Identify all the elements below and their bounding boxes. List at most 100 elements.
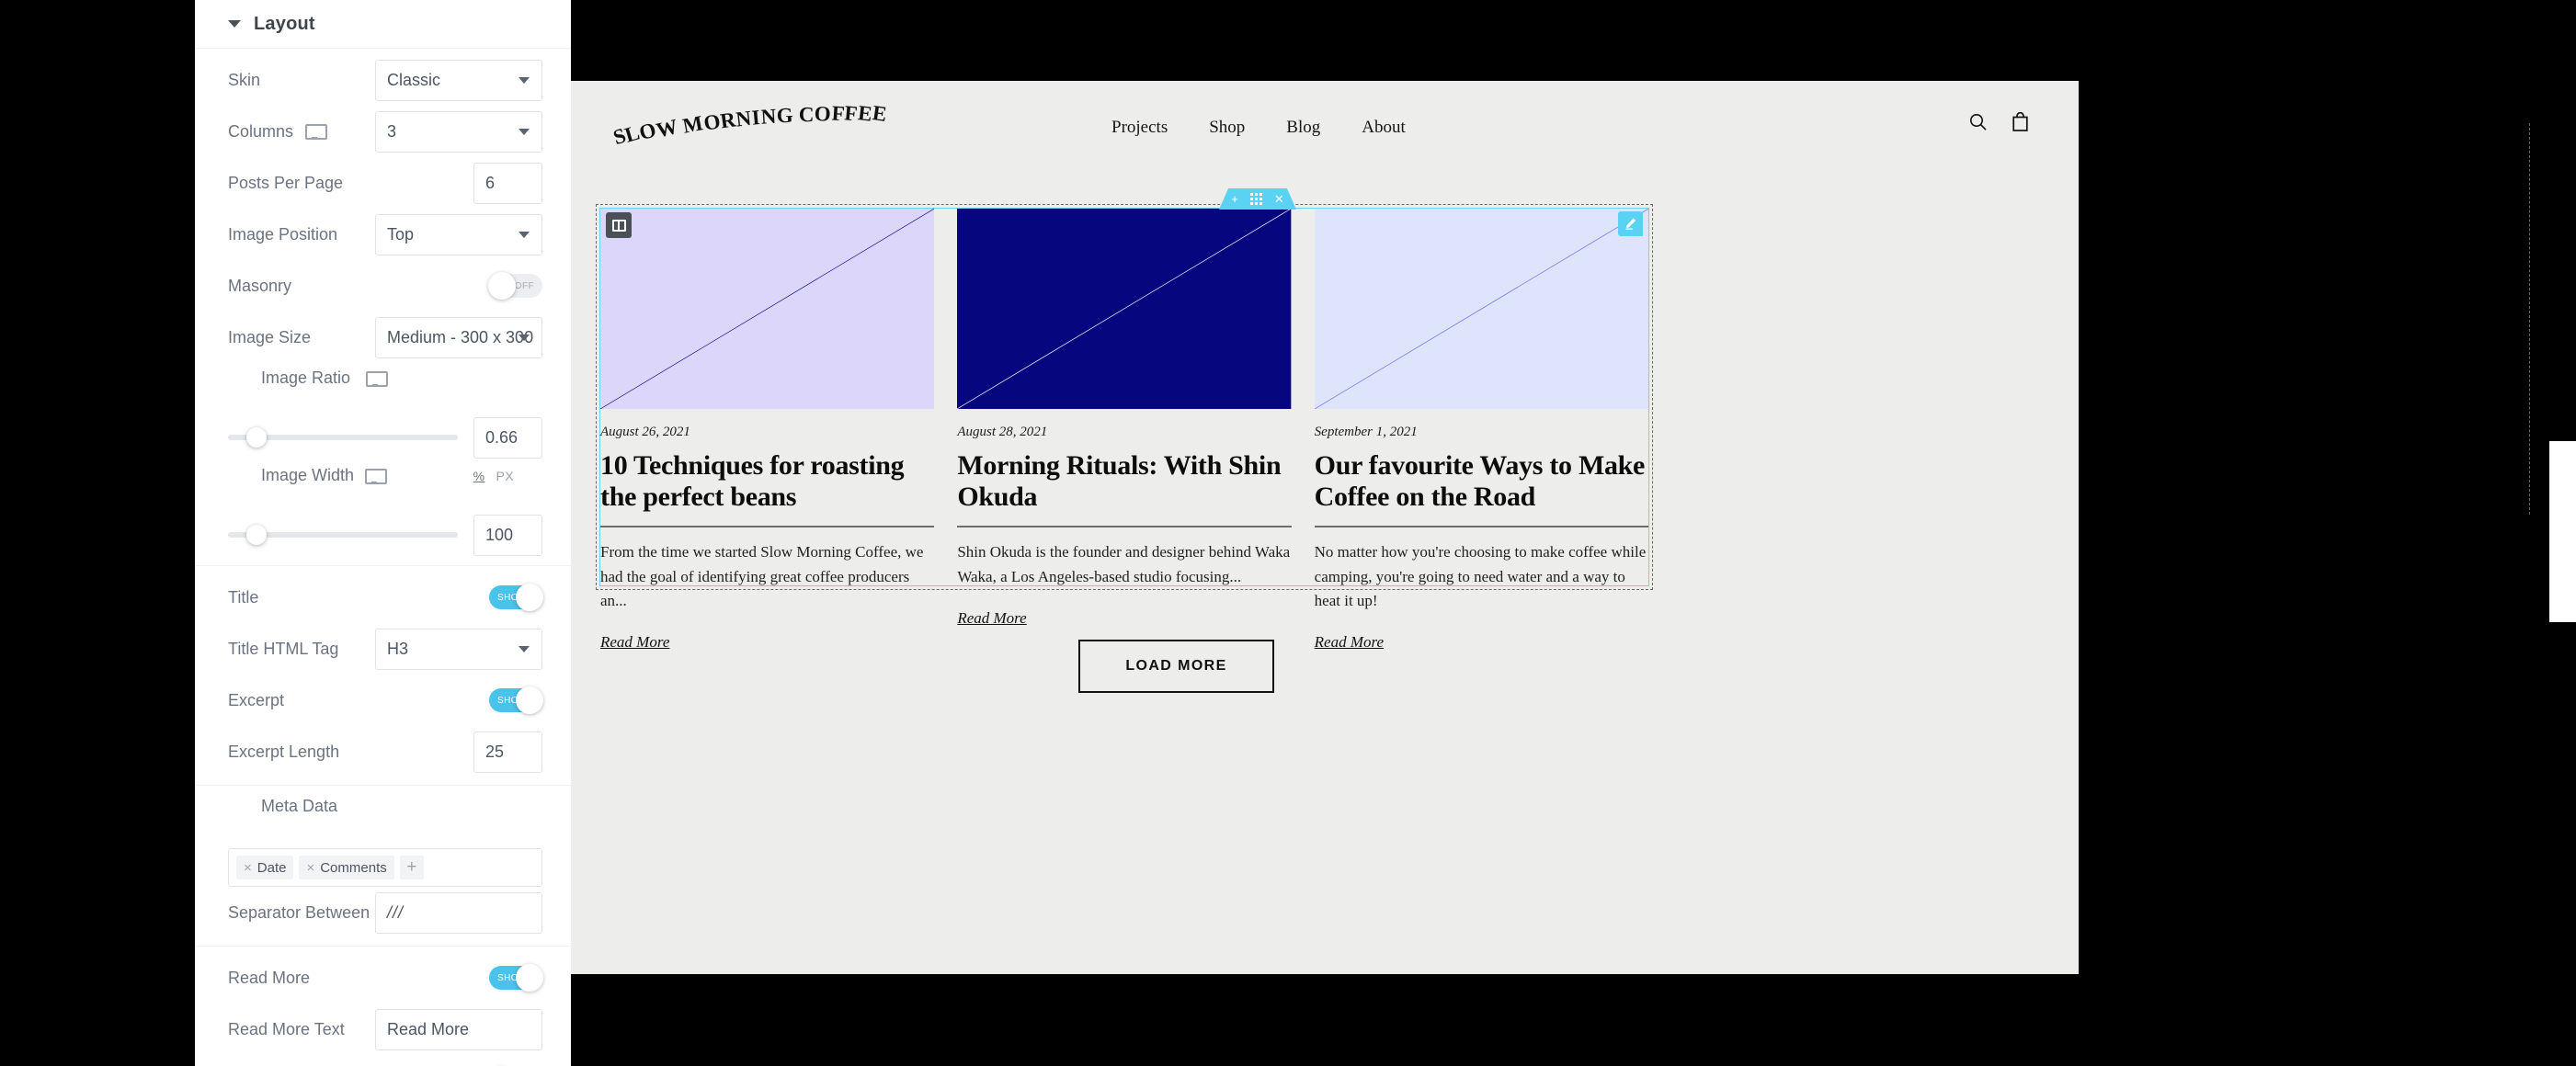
image-width-slider[interactable] (228, 532, 458, 538)
read-more-text-label: Read More Text (228, 1020, 345, 1039)
columns-select[interactable]: 3 (375, 111, 542, 153)
posts-grid: August 26, 2021 10 Techniques for roasti… (600, 209, 1648, 585)
post-card[interactable]: August 26, 2021 10 Techniques for roasti… (600, 209, 934, 652)
meta-data-tagbox[interactable]: × Date × Comments + (228, 848, 542, 887)
field-title-html-tag: Title HTML Tag H3 (195, 623, 571, 675)
field-meta-data: Meta Data (195, 791, 571, 843)
post-excerpt: Shin Okuda is the founder and designer b… (957, 540, 1291, 589)
monitor-icon[interactable] (305, 124, 324, 139)
image-size-label: Image Size (228, 328, 311, 347)
field-excerpt: Excerpt SHOW (195, 675, 571, 726)
image-ratio-label-row: Image Ratio (228, 369, 542, 388)
chevron-down-icon (519, 646, 530, 652)
field-image-size: Image Size Medium - 300 x 300 (195, 312, 571, 363)
slider-knob[interactable] (246, 525, 267, 545)
field-open-new-window: Open in new window NO (195, 1055, 571, 1066)
post-excerpt: From the time we started Slow Morning Co… (600, 540, 934, 613)
post-image[interactable] (1315, 209, 1648, 409)
shopping-bag-icon[interactable] (2012, 112, 2028, 131)
close-icon[interactable]: ✕ (1274, 193, 1284, 205)
caret-down-icon[interactable] (228, 20, 241, 28)
post-card[interactable]: September 1, 2021 Our favourite Ways to … (1315, 209, 1648, 652)
preview-canvas: SLOW MORNING COFFEE Projects Shop Blog A… (571, 0, 2576, 1066)
add-meta-tag-button[interactable]: + (400, 856, 424, 879)
masonry-toggle[interactable]: OFF (489, 274, 542, 298)
meta-tag-date[interactable]: × Date (236, 856, 293, 879)
excerpt-toggle[interactable]: SHOW (489, 688, 542, 712)
image-width-input[interactable]: 100 (473, 515, 542, 556)
screen: Layout Skin Classic Columns (0, 0, 2576, 1066)
meta-tag-label: Comments (320, 860, 387, 876)
post-image[interactable] (600, 209, 934, 409)
add-section-button[interactable]: + (1231, 193, 1238, 205)
read-more-link[interactable]: Read More (600, 633, 934, 652)
post-date: August 28, 2021 (957, 425, 1291, 440)
image-ratio-slider[interactable] (228, 435, 458, 440)
post-card[interactable]: August 28, 2021 Morning Rituals: With Sh… (957, 209, 1291, 652)
chevron-down-icon (519, 129, 530, 135)
drag-widget-posts[interactable]: Posts (2549, 441, 2576, 622)
post-image[interactable] (957, 209, 1291, 409)
title-html-tag-label: Title HTML Tag (228, 640, 338, 659)
toggle-knob (516, 584, 543, 611)
image-position-select[interactable]: Top (375, 214, 542, 255)
skin-value: Classic (387, 71, 440, 90)
site-logo-text: SLOW MORNING COFFEE (611, 98, 888, 146)
image-width-label-row: Image Width % PX (228, 466, 542, 485)
field-read-more: Read More SHOW (195, 952, 571, 1004)
image-position-label: Image Position (228, 225, 337, 244)
divider (600, 526, 934, 527)
posts-widget-wrapper[interactable]: August 26, 2021 10 Techniques for roasti… (596, 204, 1653, 590)
read-more-link[interactable]: Read More (957, 609, 1291, 628)
meta-tag-comments[interactable]: × Comments (299, 856, 393, 879)
post-title[interactable]: Morning Rituals: With Shin Okuda (957, 450, 1291, 512)
excerpt-length-input[interactable]: 25 (473, 731, 542, 773)
post-title[interactable]: 10 Techniques for roasting the perfect b… (600, 450, 934, 512)
search-icon[interactable] (1969, 113, 1987, 130)
post-title[interactable]: Our favourite Ways to Make Coffee on the… (1315, 450, 1648, 512)
read-more-text-input[interactable]: Read More (375, 1009, 542, 1050)
chevron-down-icon (519, 232, 530, 238)
monitor-icon[interactable] (366, 371, 384, 386)
read-more-toggle[interactable]: SHOW (489, 966, 542, 990)
site-logo[interactable]: SLOW MORNING COFFEE (611, 98, 888, 146)
load-more-button[interactable]: LOAD MORE (1078, 640, 1274, 693)
field-title: Title SHOW (195, 572, 571, 623)
nav-item-about[interactable]: About (1362, 118, 1406, 138)
column-handle-icon[interactable] (606, 212, 632, 238)
separator-label: Separator Between (228, 903, 370, 923)
unit-px[interactable]: PX (496, 469, 514, 483)
edit-widget-handle[interactable] (1618, 211, 1643, 236)
field-image-position: Image Position Top (195, 209, 571, 260)
site-preview: SLOW MORNING COFFEE Projects Shop Blog A… (571, 81, 2079, 974)
read-more-link[interactable]: Read More (1315, 633, 1648, 652)
panel-section-header[interactable]: Layout (195, 0, 571, 49)
posts-widget[interactable]: August 26, 2021 10 Techniques for roasti… (599, 208, 1649, 586)
section-toolbar-icons: + ✕ (1219, 188, 1296, 210)
field-masonry: Masonry OFF (195, 260, 571, 312)
title-label: Title (228, 588, 258, 607)
page-title: Layout (254, 14, 315, 35)
image-ratio-input[interactable]: 0.66 (473, 417, 542, 459)
title-html-tag-select[interactable]: H3 (375, 629, 542, 670)
skin-select[interactable]: Classic (375, 60, 542, 101)
title-toggle[interactable]: SHOW (489, 585, 542, 609)
unit-percent[interactable]: % (473, 469, 485, 483)
drag-dots-icon[interactable] (1250, 193, 1262, 205)
separator-input[interactable]: /// (375, 892, 542, 934)
toggle-knob (516, 686, 543, 714)
slider-knob[interactable] (246, 427, 267, 448)
nav-item-blog[interactable]: Blog (1286, 118, 1320, 138)
monitor-icon[interactable] (365, 469, 383, 483)
close-icon[interactable]: × (244, 860, 252, 876)
nav-item-projects[interactable]: Projects (1111, 118, 1168, 138)
nav-item-shop[interactable]: Shop (1209, 118, 1245, 138)
post-date: August 26, 2021 (600, 425, 934, 440)
image-size-select[interactable]: Medium - 300 x 300 (375, 317, 542, 358)
close-icon[interactable]: × (306, 860, 314, 876)
excerpt-label: Excerpt (228, 691, 284, 710)
columns-label: Columns (228, 122, 324, 142)
posts-per-page-input[interactable]: 6 (473, 163, 542, 204)
image-width-label: Image Width (261, 466, 354, 485)
field-skin: Skin Classic (195, 54, 571, 106)
